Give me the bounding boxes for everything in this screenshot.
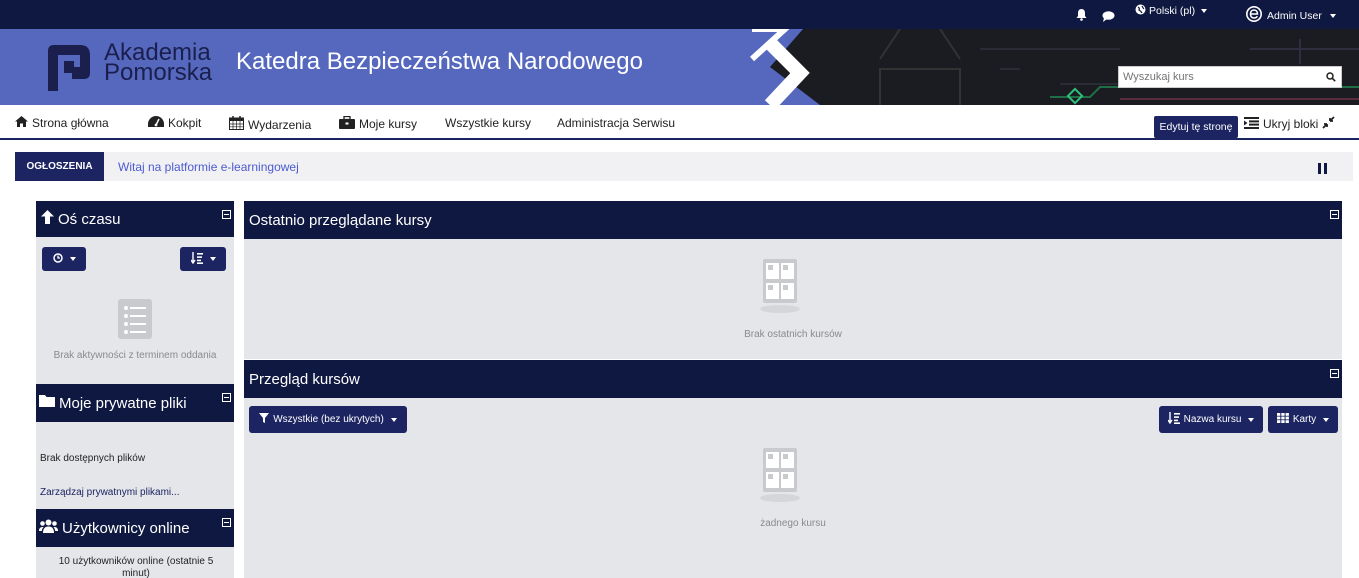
site-title: Katedra Bezpieczeństwa Narodowego: [236, 48, 643, 75]
home-icon: [15, 116, 28, 130]
edit-page-button[interactable]: Edytuj tę stronę: [1154, 116, 1238, 138]
chat-icon[interactable]: [1102, 9, 1115, 27]
clock-icon: [52, 252, 63, 266]
block-title: Przegląd kursów: [249, 370, 360, 388]
nav-item-dashboard[interactable]: Kokpit: [148, 116, 201, 130]
nav-item-label: Strona główna: [32, 116, 109, 130]
search-icon[interactable]: [1321, 67, 1341, 87]
announcements-bar: OGŁOSZENIA Witaj na platformie e-learnin…: [15, 152, 1353, 181]
overview-empty-text: żadnego kursu: [760, 518, 826, 529]
collapse-icon[interactable]: [222, 210, 231, 219]
nav-item-label: Wydarzenia: [248, 117, 312, 132]
collapse-icon[interactable]: [222, 518, 231, 527]
collapse-icon[interactable]: [1330, 369, 1339, 378]
nav-item-events[interactable]: Wydarzenia: [229, 116, 311, 133]
course-view-dropdown[interactable]: Karty: [1268, 406, 1338, 433]
hide-blocks-button[interactable]: Ukryj bloki: [1244, 116, 1335, 132]
block-title: Moje prywatne pliki: [59, 394, 187, 412]
nav-item-label: Moje kursy: [359, 117, 418, 131]
language-label: Polski (pl): [1149, 5, 1196, 17]
manage-files-link[interactable]: Zarządzaj prywatnymi plikami...: [40, 487, 179, 498]
timeline-filter-dropdown[interactable]: [42, 247, 86, 271]
timeline-empty-text: Brak aktywności z terminem oddania: [53, 350, 217, 361]
calendar-icon: [229, 116, 244, 133]
nav-item-home[interactable]: Strona główna: [15, 116, 109, 130]
indent-icon: [1244, 116, 1259, 132]
briefcase-icon: [339, 115, 355, 132]
timeline-block-header: Oś czasu: [36, 201, 234, 237]
courses-grid-icon: [760, 259, 800, 318]
online-users-block-header: Użytkownicy online: [36, 509, 234, 547]
course-overview-body: Wszystkie (bez ukrytych) Nazwa kursu Kar…: [244, 398, 1342, 578]
chevron-down-icon: [1323, 417, 1330, 422]
user-name: Admin User: [1267, 9, 1322, 22]
users-icon: [39, 519, 58, 538]
sort-icon: [189, 251, 203, 267]
user-avatar-icon: [1246, 6, 1262, 25]
nav-item-label: Administracja Serwisu: [557, 116, 676, 130]
bell-icon[interactable]: [1076, 8, 1087, 26]
files-empty-text: Brak dostępnych plików: [40, 453, 146, 464]
course-search: [1118, 66, 1342, 88]
recent-courses-empty-text: Brak ostatnich kursów: [744, 329, 842, 340]
sort-label: Nazwa kursu: [1183, 414, 1242, 425]
collapse-icon[interactable]: [1330, 210, 1339, 219]
chevron-down-icon: [390, 417, 397, 422]
site-banner: Akademia Pomorska Katedra Bezpieczeństwa…: [0, 29, 1359, 105]
course-sort-dropdown[interactable]: Nazwa kursu: [1159, 406, 1263, 433]
top-bar: Polski (pl) Admin User: [0, 0, 1359, 29]
course-overview-header: Przegląd kursów: [244, 360, 1342, 398]
block-title: Oś czasu: [58, 210, 121, 228]
logo-icon[interactable]: [44, 43, 94, 96]
chevron-down-icon: [209, 257, 216, 261]
search-input[interactable]: [1119, 67, 1321, 87]
chevron-down-icon: [1248, 417, 1255, 422]
logo-line-2: Pomorska: [104, 59, 213, 86]
block-title: Ostatnio przeglądane kursy: [249, 211, 432, 229]
pause-icon[interactable]: [1318, 161, 1327, 179]
nav-item-my-courses[interactable]: Moje kursy: [339, 115, 418, 132]
grid-icon: [1276, 413, 1289, 426]
nav-item-label: Wszystkie kursy: [445, 116, 532, 130]
sort-icon: [1167, 412, 1180, 427]
collapse-icon[interactable]: [222, 393, 231, 402]
recent-courses-body: Brak ostatnich kursów: [244, 239, 1342, 359]
nav-item-label: Kokpit: [168, 116, 202, 130]
logo-text: Akademia Pomorska: [104, 41, 213, 86]
block-title: Użytkownicy online: [62, 519, 190, 537]
announcement-link[interactable]: Witaj na platformie e-learningowej: [118, 160, 299, 174]
chevron-down-icon: [69, 257, 76, 261]
language-menu[interactable]: Polski (pl): [1135, 4, 1208, 18]
online-users-text: 10 użytkowników online (ostatnie 5 minut…: [58, 556, 214, 578]
view-label: Karty: [1292, 414, 1317, 425]
activity-list-icon: [118, 299, 152, 344]
nav-item-site-admin[interactable]: Administracja Serwisu: [557, 116, 675, 130]
globe-icon: [1135, 4, 1146, 18]
recent-courses-header: Ostatnio przeglądane kursy: [244, 201, 1342, 239]
user-menu[interactable]: Admin User: [1246, 6, 1336, 25]
filter-icon: [259, 413, 270, 426]
courses-grid-icon: [760, 448, 800, 507]
compress-icon: [1322, 116, 1335, 132]
chevron-down-icon: [1329, 13, 1336, 18]
filter-label: Wszystkie (bez ukrytych): [273, 414, 384, 425]
announcements-label: OGŁOSZENIA: [15, 152, 104, 181]
nav-item-all-courses[interactable]: Wszystkie kursy: [445, 116, 531, 130]
folder-icon: [39, 394, 55, 412]
hide-blocks-label: Ukryj bloki: [1263, 117, 1319, 131]
dashboard-icon: [148, 116, 164, 130]
course-filter-dropdown[interactable]: Wszystkie (bez ukrytych): [249, 406, 407, 433]
private-files-block-header: Moje prywatne pliki: [36, 384, 234, 422]
arrow-up-icon: [41, 209, 54, 229]
timeline-sort-dropdown[interactable]: [180, 247, 226, 271]
chevron-down-icon: [1201, 9, 1208, 13]
